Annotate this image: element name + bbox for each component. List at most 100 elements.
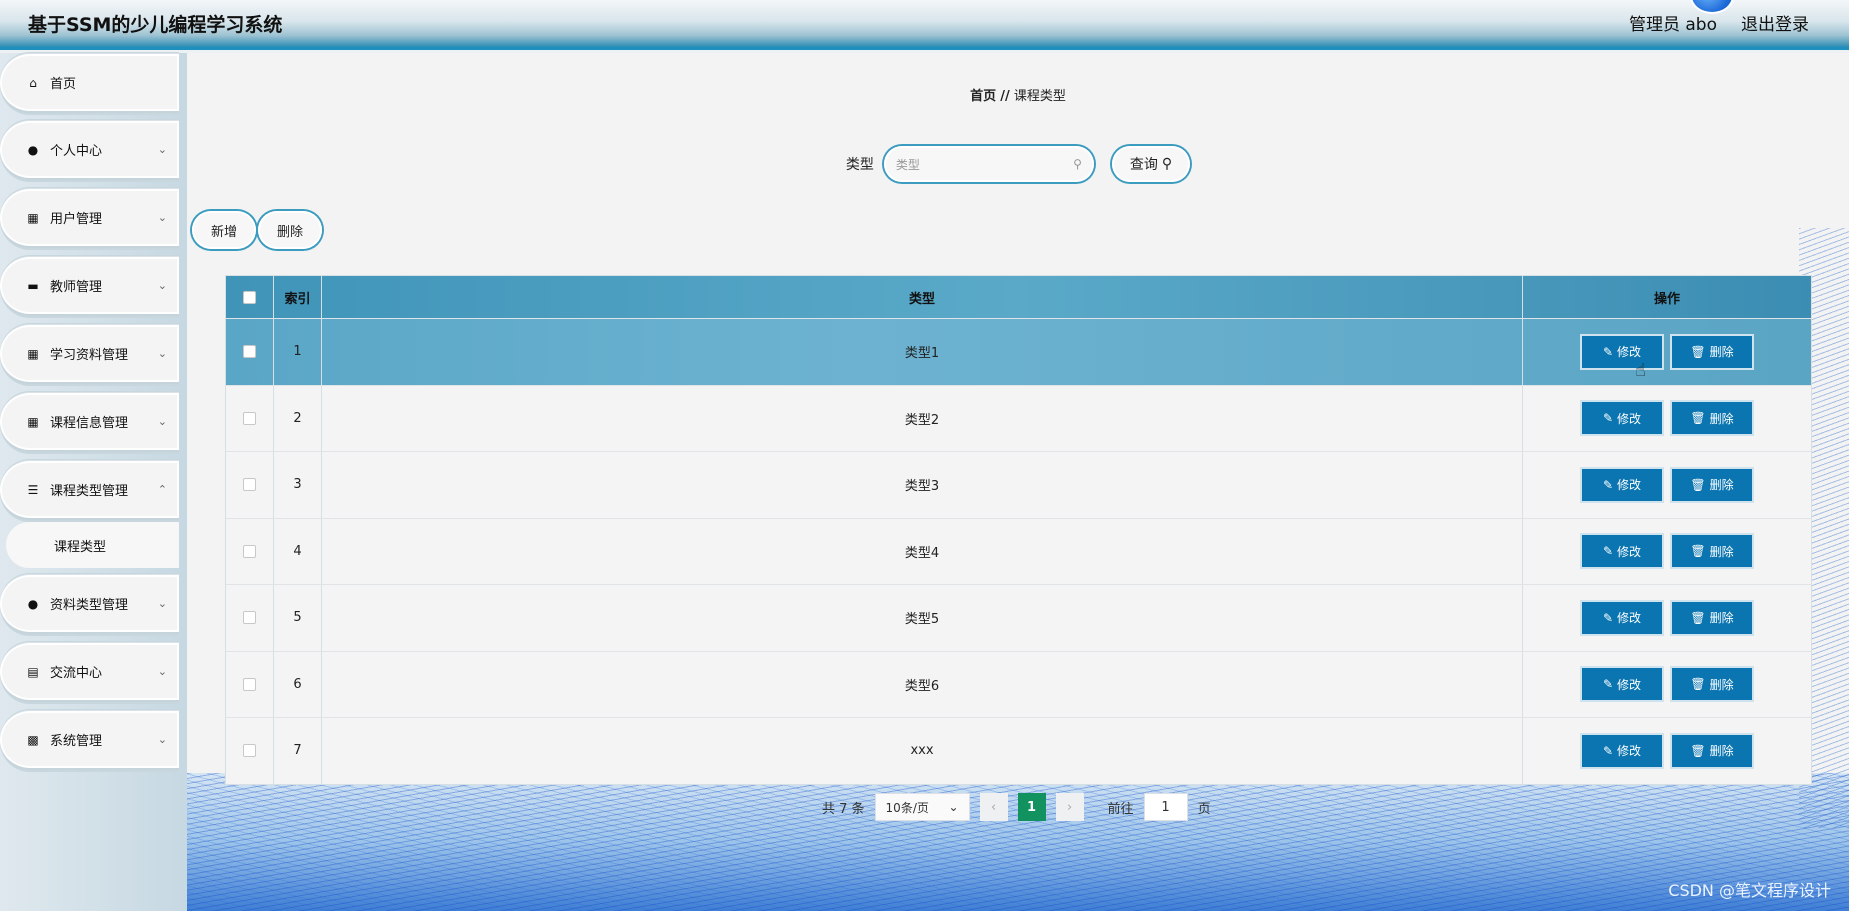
list-icon: ☰ — [27, 482, 39, 497]
delete-button-label: 删除 — [1709, 544, 1734, 559]
sidebar-item-forum[interactable]: ▤ 交流中心 ⌄ — [0, 642, 179, 702]
sidebar-item-course-types[interactable]: ☰ 课程类型管理 ⌃ — [0, 460, 179, 520]
sidebar-item-home[interactable]: ⌂ 首页 — [0, 53, 179, 113]
row-checkbox-cell — [226, 585, 274, 651]
sidebar-item-label: 课程信息管理 — [50, 416, 129, 431]
row-index: 1 — [274, 319, 322, 385]
query-button[interactable]: 查询 ⚲ — [1111, 146, 1191, 182]
prev-page-button[interactable]: ‹ — [979, 793, 1008, 821]
table-row[interactable]: 4 类型4 ✎ 修改 🗑 删除 — [226, 517, 1811, 584]
breadcrumb: 首页 // 课程类型 — [187, 85, 1849, 104]
sidebar-item-personal[interactable]: ● 个人中心 ⌄ — [0, 120, 179, 180]
row-checkbox[interactable] — [243, 611, 256, 625]
table-row[interactable]: 1 类型1 ✎ 修改 🗑 删除 — [226, 318, 1811, 385]
sidebar-item-label: 教师管理 — [50, 280, 103, 295]
chevron-up-icon: ⌃ — [157, 483, 167, 496]
edit-icon: ✎ — [1602, 477, 1614, 492]
row-checkbox[interactable] — [243, 744, 256, 758]
sidebar-subitem-course-type[interactable]: 课程类型 — [6, 522, 179, 568]
breadcrumb-home[interactable]: 首页 — [970, 89, 996, 104]
chevron-down-icon: ⌄ — [157, 211, 167, 224]
grid-icon: ▦ — [27, 346, 39, 361]
delete-button[interactable]: 🗑 删除 — [1672, 535, 1752, 568]
chevron-down-icon: ⌄ — [157, 597, 167, 610]
row-type: 类型2 — [322, 385, 1523, 451]
search-input[interactable]: 类型 ⚲ — [883, 146, 1094, 182]
row-checkbox[interactable] — [243, 345, 256, 359]
page-size-value: 10条/页 — [885, 800, 929, 815]
trash-icon: 🗑 — [1690, 544, 1706, 559]
delete-button-label: 删除 — [1709, 345, 1734, 360]
sidebar-item-courses[interactable]: ▦ 课程信息管理 ⌄ — [0, 392, 179, 452]
mouse-cursor-icon: ☝ — [1635, 360, 1646, 381]
row-checkbox-cell — [226, 651, 274, 717]
sidebar-item-label: 学习资料管理 — [50, 348, 129, 363]
delete-button-label: 删除 — [1709, 478, 1734, 493]
grid-icon: ▦ — [27, 414, 39, 429]
next-page-button[interactable]: › — [1055, 793, 1084, 821]
edit-icon: ✎ — [1602, 677, 1614, 692]
sidebar-item-material-types[interactable]: ● 资料类型管理 ⌄ — [0, 574, 179, 634]
row-operations: ✎ 修改 🗑 删除 — [1523, 585, 1811, 651]
teacher-icon: ▬ — [27, 278, 39, 293]
chevron-down-icon: ⌄ — [157, 279, 167, 292]
sidebar: ⌂ 首页 ● 个人中心 ⌄ ▦ 用户管理 ⌄ ▬ 教师管理 ⌄ ▦ 学习资料管理… — [0, 53, 187, 911]
edit-button[interactable]: ✎ 修改 — [1582, 468, 1662, 501]
table-row[interactable]: 5 类型5 ✎ 修改 🗑 删除 — [226, 584, 1811, 651]
delete-button[interactable]: 🗑 删除 — [1672, 734, 1752, 767]
sidebar-item-users[interactable]: ▦ 用户管理 ⌄ — [0, 188, 179, 248]
edit-icon: ✎ — [1602, 610, 1614, 625]
sidebar-item-label: 课程类型管理 — [50, 484, 129, 499]
action-row: 新增 删除 — [192, 211, 322, 249]
edit-button[interactable]: ✎ 修改 — [1582, 668, 1662, 701]
sidebar-item-teachers[interactable]: ▬ 教师管理 ⌄ — [0, 256, 179, 316]
page-size-select[interactable]: 10条/页 ⌄ — [874, 793, 970, 821]
edit-button[interactable]: ✎ 修改 — [1582, 335, 1662, 368]
sidebar-item-label: 资料类型管理 — [50, 598, 129, 613]
goto-page-input[interactable]: 1 — [1143, 793, 1188, 821]
pagination-total: 共 7 条 — [822, 801, 865, 817]
pin-icon: ● — [27, 596, 39, 611]
table-row[interactable]: 3 类型3 ✎ 修改 🗑 删除 — [226, 451, 1811, 518]
table-row[interactable]: 6 类型6 ✎ 修改 🗑 删除 — [226, 650, 1811, 717]
edit-button-label: 修改 — [1617, 411, 1642, 426]
row-checkbox[interactable] — [243, 411, 256, 425]
row-checkbox[interactable] — [243, 544, 256, 558]
user-label: 管理员 abo — [1628, 15, 1717, 35]
page-number-current[interactable]: 1 — [1017, 793, 1046, 821]
add-button[interactable]: 新增 — [192, 211, 256, 249]
row-checkbox[interactable] — [243, 677, 256, 691]
edit-button-label: 修改 — [1617, 544, 1642, 559]
row-checkbox[interactable] — [243, 478, 256, 492]
edit-button[interactable]: ✎ 修改 — [1582, 734, 1662, 767]
table-body: 1 类型1 ✎ 修改 🗑 删除 2 类型2 ✎ 修改 🗑 删除 3 类型3 ✎ 修改 🗑 删除 4 类型4 ✎ 修改 🗑 删除… — [226, 318, 1811, 784]
row-index: 6 — [274, 651, 322, 717]
table-row[interactable]: 7 xxx ✎ 修改 🗑 删除 — [226, 717, 1811, 784]
trash-icon: 🗑 — [1690, 411, 1706, 426]
select-all-cell — [226, 276, 274, 318]
logout-button[interactable]: 退出登录 — [1741, 10, 1809, 35]
delete-button[interactable]: 🗑 删除 — [1672, 402, 1752, 435]
batch-delete-button[interactable]: 删除 — [258, 211, 322, 249]
delete-button[interactable]: 🗑 删除 — [1672, 601, 1752, 634]
select-all-checkbox[interactable] — [243, 290, 256, 304]
delete-button-label: 删除 — [1709, 744, 1734, 759]
user-icon: ● — [27, 142, 39, 157]
search-label: 类型 — [845, 157, 874, 173]
row-index: 7 — [274, 718, 322, 784]
sidebar-item-materials[interactable]: ▦ 学习资料管理 ⌄ — [0, 324, 179, 384]
header-operation: 操作 — [1653, 291, 1680, 307]
bar-chart-icon: ▩ — [27, 732, 39, 747]
edit-button[interactable]: ✎ 修改 — [1582, 601, 1662, 634]
sidebar-item-system[interactable]: ▩ 系统管理 ⌄ — [0, 710, 179, 770]
edit-icon: ✎ — [1602, 411, 1614, 426]
delete-button[interactable]: 🗑 删除 — [1672, 668, 1752, 701]
edit-button[interactable]: ✎ 修改 — [1582, 535, 1662, 568]
table-row[interactable]: 2 类型2 ✎ 修改 🗑 删除 — [226, 384, 1811, 451]
row-checkbox-cell — [226, 518, 274, 584]
page-unit-label: 页 — [1197, 801, 1211, 817]
edit-button[interactable]: ✎ 修改 — [1582, 402, 1662, 435]
delete-button[interactable]: 🗑 删除 — [1672, 468, 1752, 501]
delete-button[interactable]: 🗑 删除 — [1672, 335, 1752, 368]
sidebar-item-label: 首页 — [50, 77, 77, 92]
